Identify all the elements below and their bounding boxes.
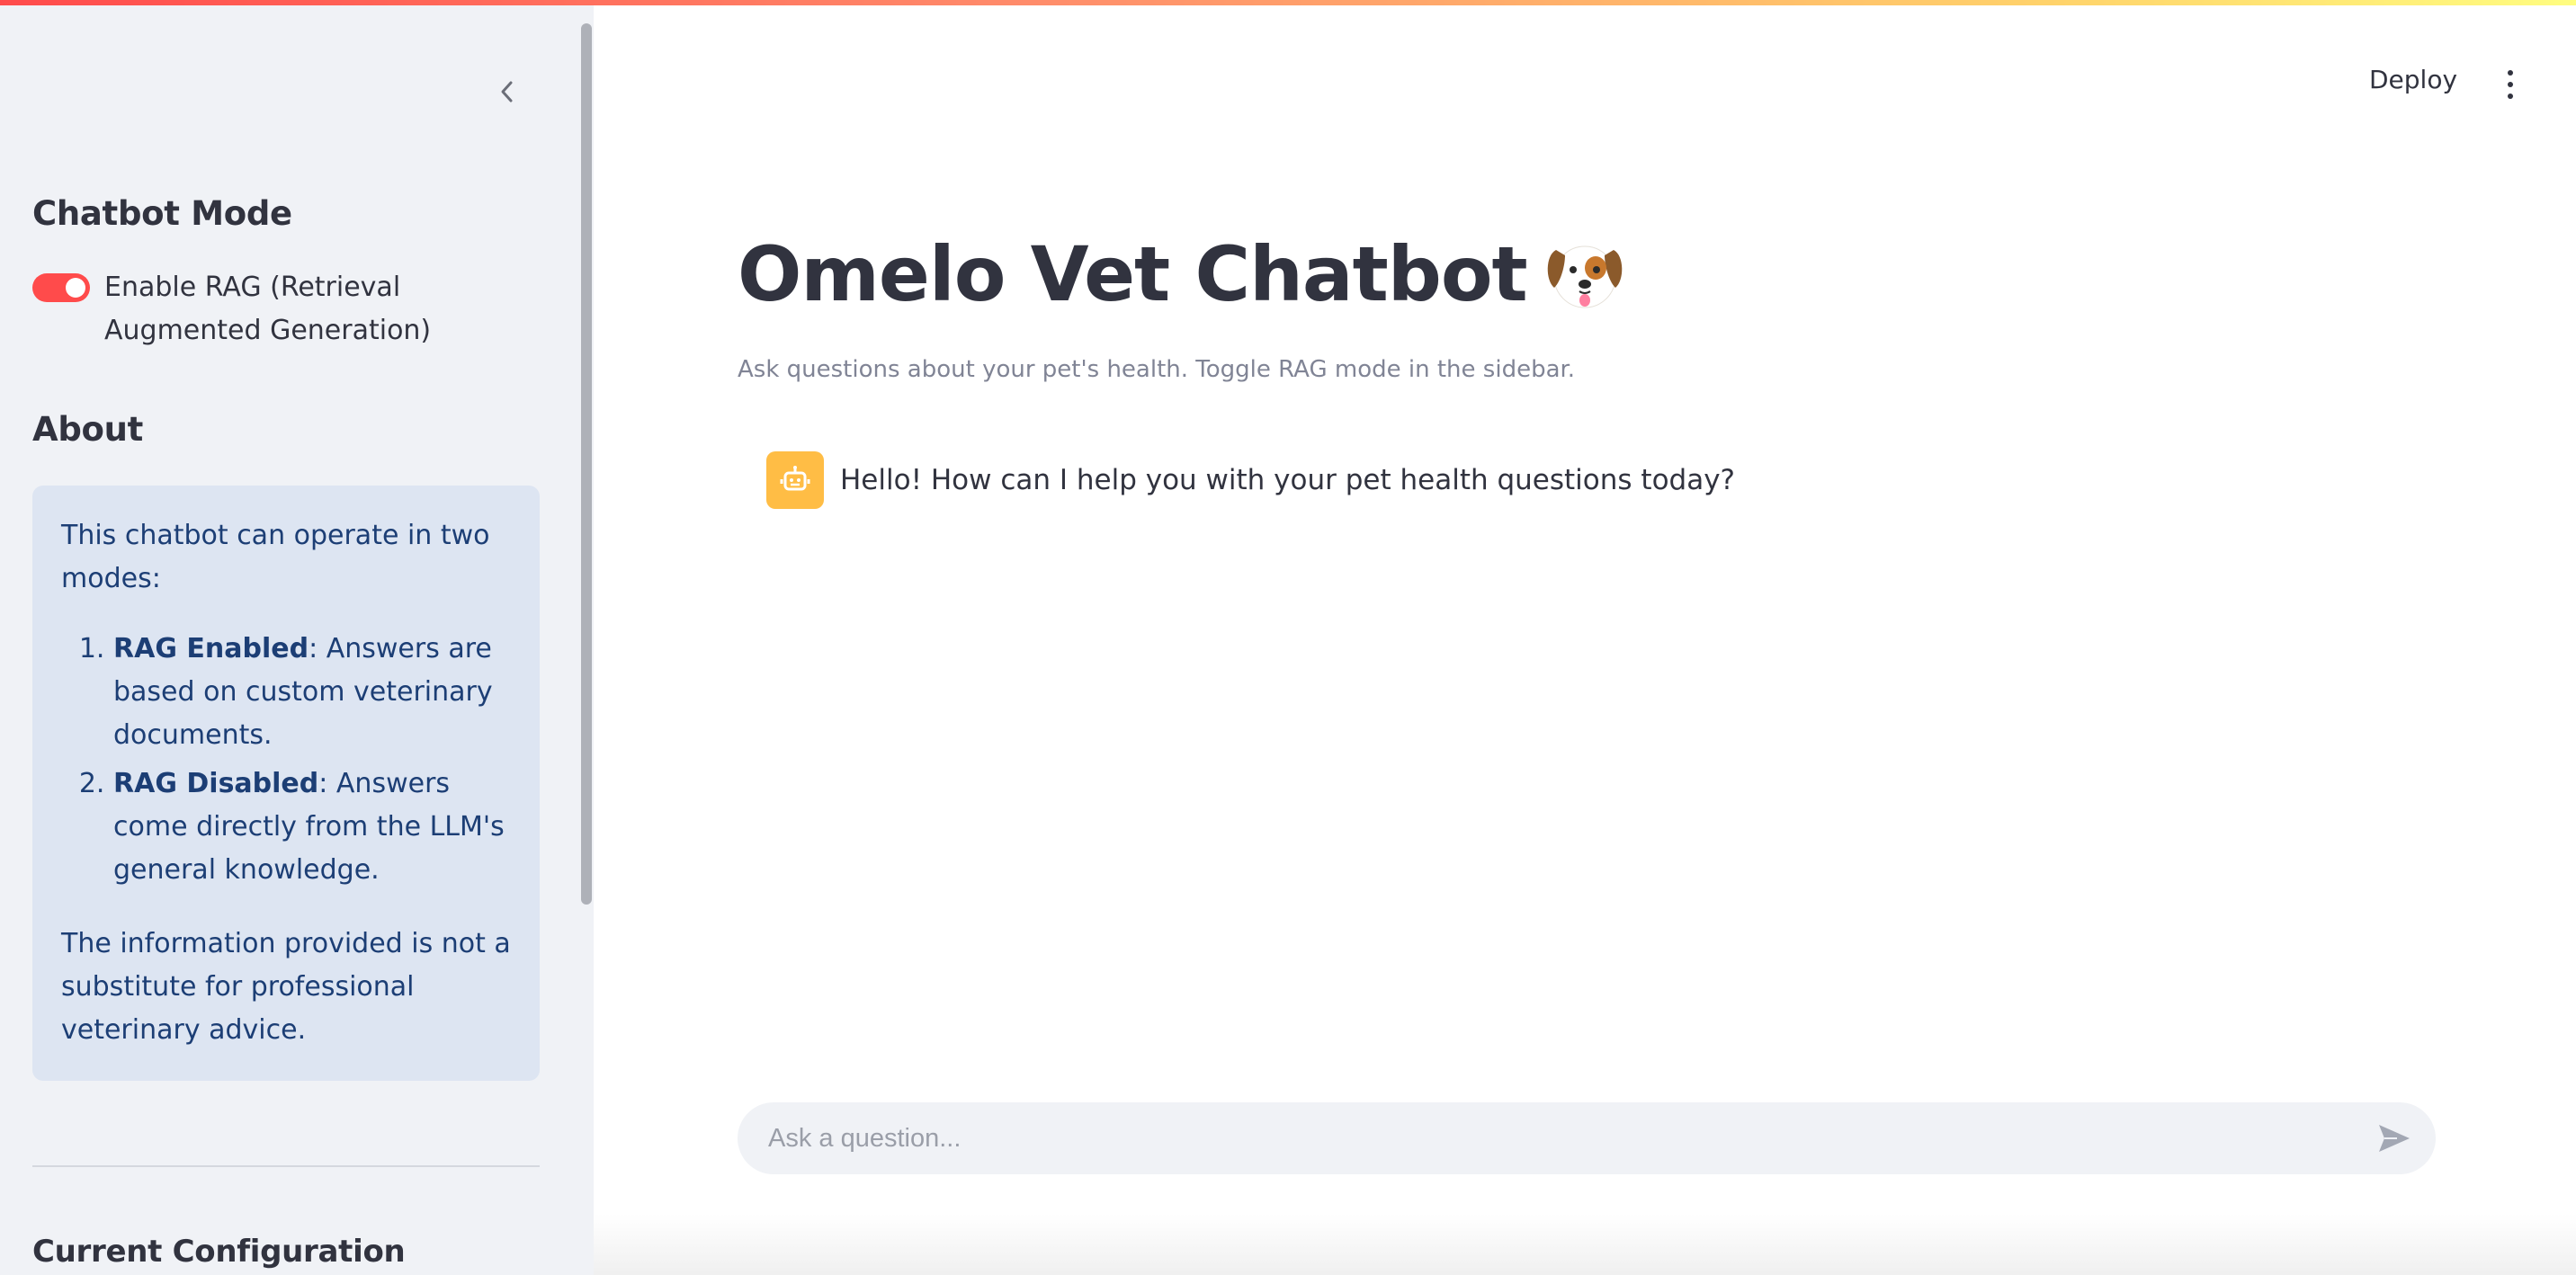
send-icon	[2379, 1125, 2410, 1152]
rag-toggle-row[interactable]: Enable RAG (Retrieval Augmented Generati…	[32, 266, 536, 352]
sidebar: Chatbot Mode Enable RAG (Retrieval Augme…	[0, 5, 594, 1275]
rag-toggle-switch[interactable]	[32, 273, 90, 302]
dog-face-emoji	[1547, 245, 1622, 308]
robot-icon	[766, 451, 824, 509]
top-decoration-bar	[0, 0, 2576, 5]
assistant-message: Hello! How can I help you with your pet …	[766, 451, 1735, 509]
page-title: Omelo Vet Chatbot	[738, 230, 1626, 318]
current-configuration-heading: Current Configuration	[32, 1234, 406, 1270]
send-button[interactable]	[2375, 1119, 2414, 1158]
message-text: Hello! How can I help you with your pet …	[840, 464, 1736, 496]
about-mode-list: RAG Enabled: Answers are based on custom…	[61, 628, 513, 892]
sidebar-divider	[32, 1165, 540, 1167]
chatbot-mode-heading: Chatbot Mode	[32, 194, 292, 233]
about-heading: About	[32, 410, 144, 449]
mode-name: RAG Enabled	[113, 633, 309, 664]
deploy-button[interactable]: Deploy	[2369, 65, 2457, 94]
mode-name: RAG Disabled	[113, 768, 319, 799]
page-title-text: Omelo Vet Chatbot	[738, 230, 1528, 318]
rag-toggle-label[interactable]: Enable RAG (Retrieval Augmented Generati…	[104, 266, 527, 352]
list-item: RAG Enabled: Answers are based on custom…	[113, 628, 513, 757]
main-area	[594, 5, 2576, 1275]
about-intro: This chatbot can operate in two modes:	[61, 520, 490, 594]
chevron-left-icon	[501, 81, 513, 103]
input-area-fade	[594, 1214, 2576, 1275]
sidebar-scrollbar[interactable]	[581, 23, 592, 905]
about-info-box: This chatbot can operate in two modes: R…	[32, 486, 540, 1081]
about-disclaimer: The information provided is not a substi…	[61, 928, 511, 1046]
chat-input[interactable]	[738, 1102, 2436, 1174]
list-item: RAG Disabled: Answers come directly from…	[113, 762, 513, 892]
page-subtitle: Ask questions about your pet's health. T…	[738, 356, 1576, 383]
more-vertical-icon[interactable]	[2497, 68, 2524, 101]
sidebar-collapse-button[interactable]	[489, 74, 525, 110]
